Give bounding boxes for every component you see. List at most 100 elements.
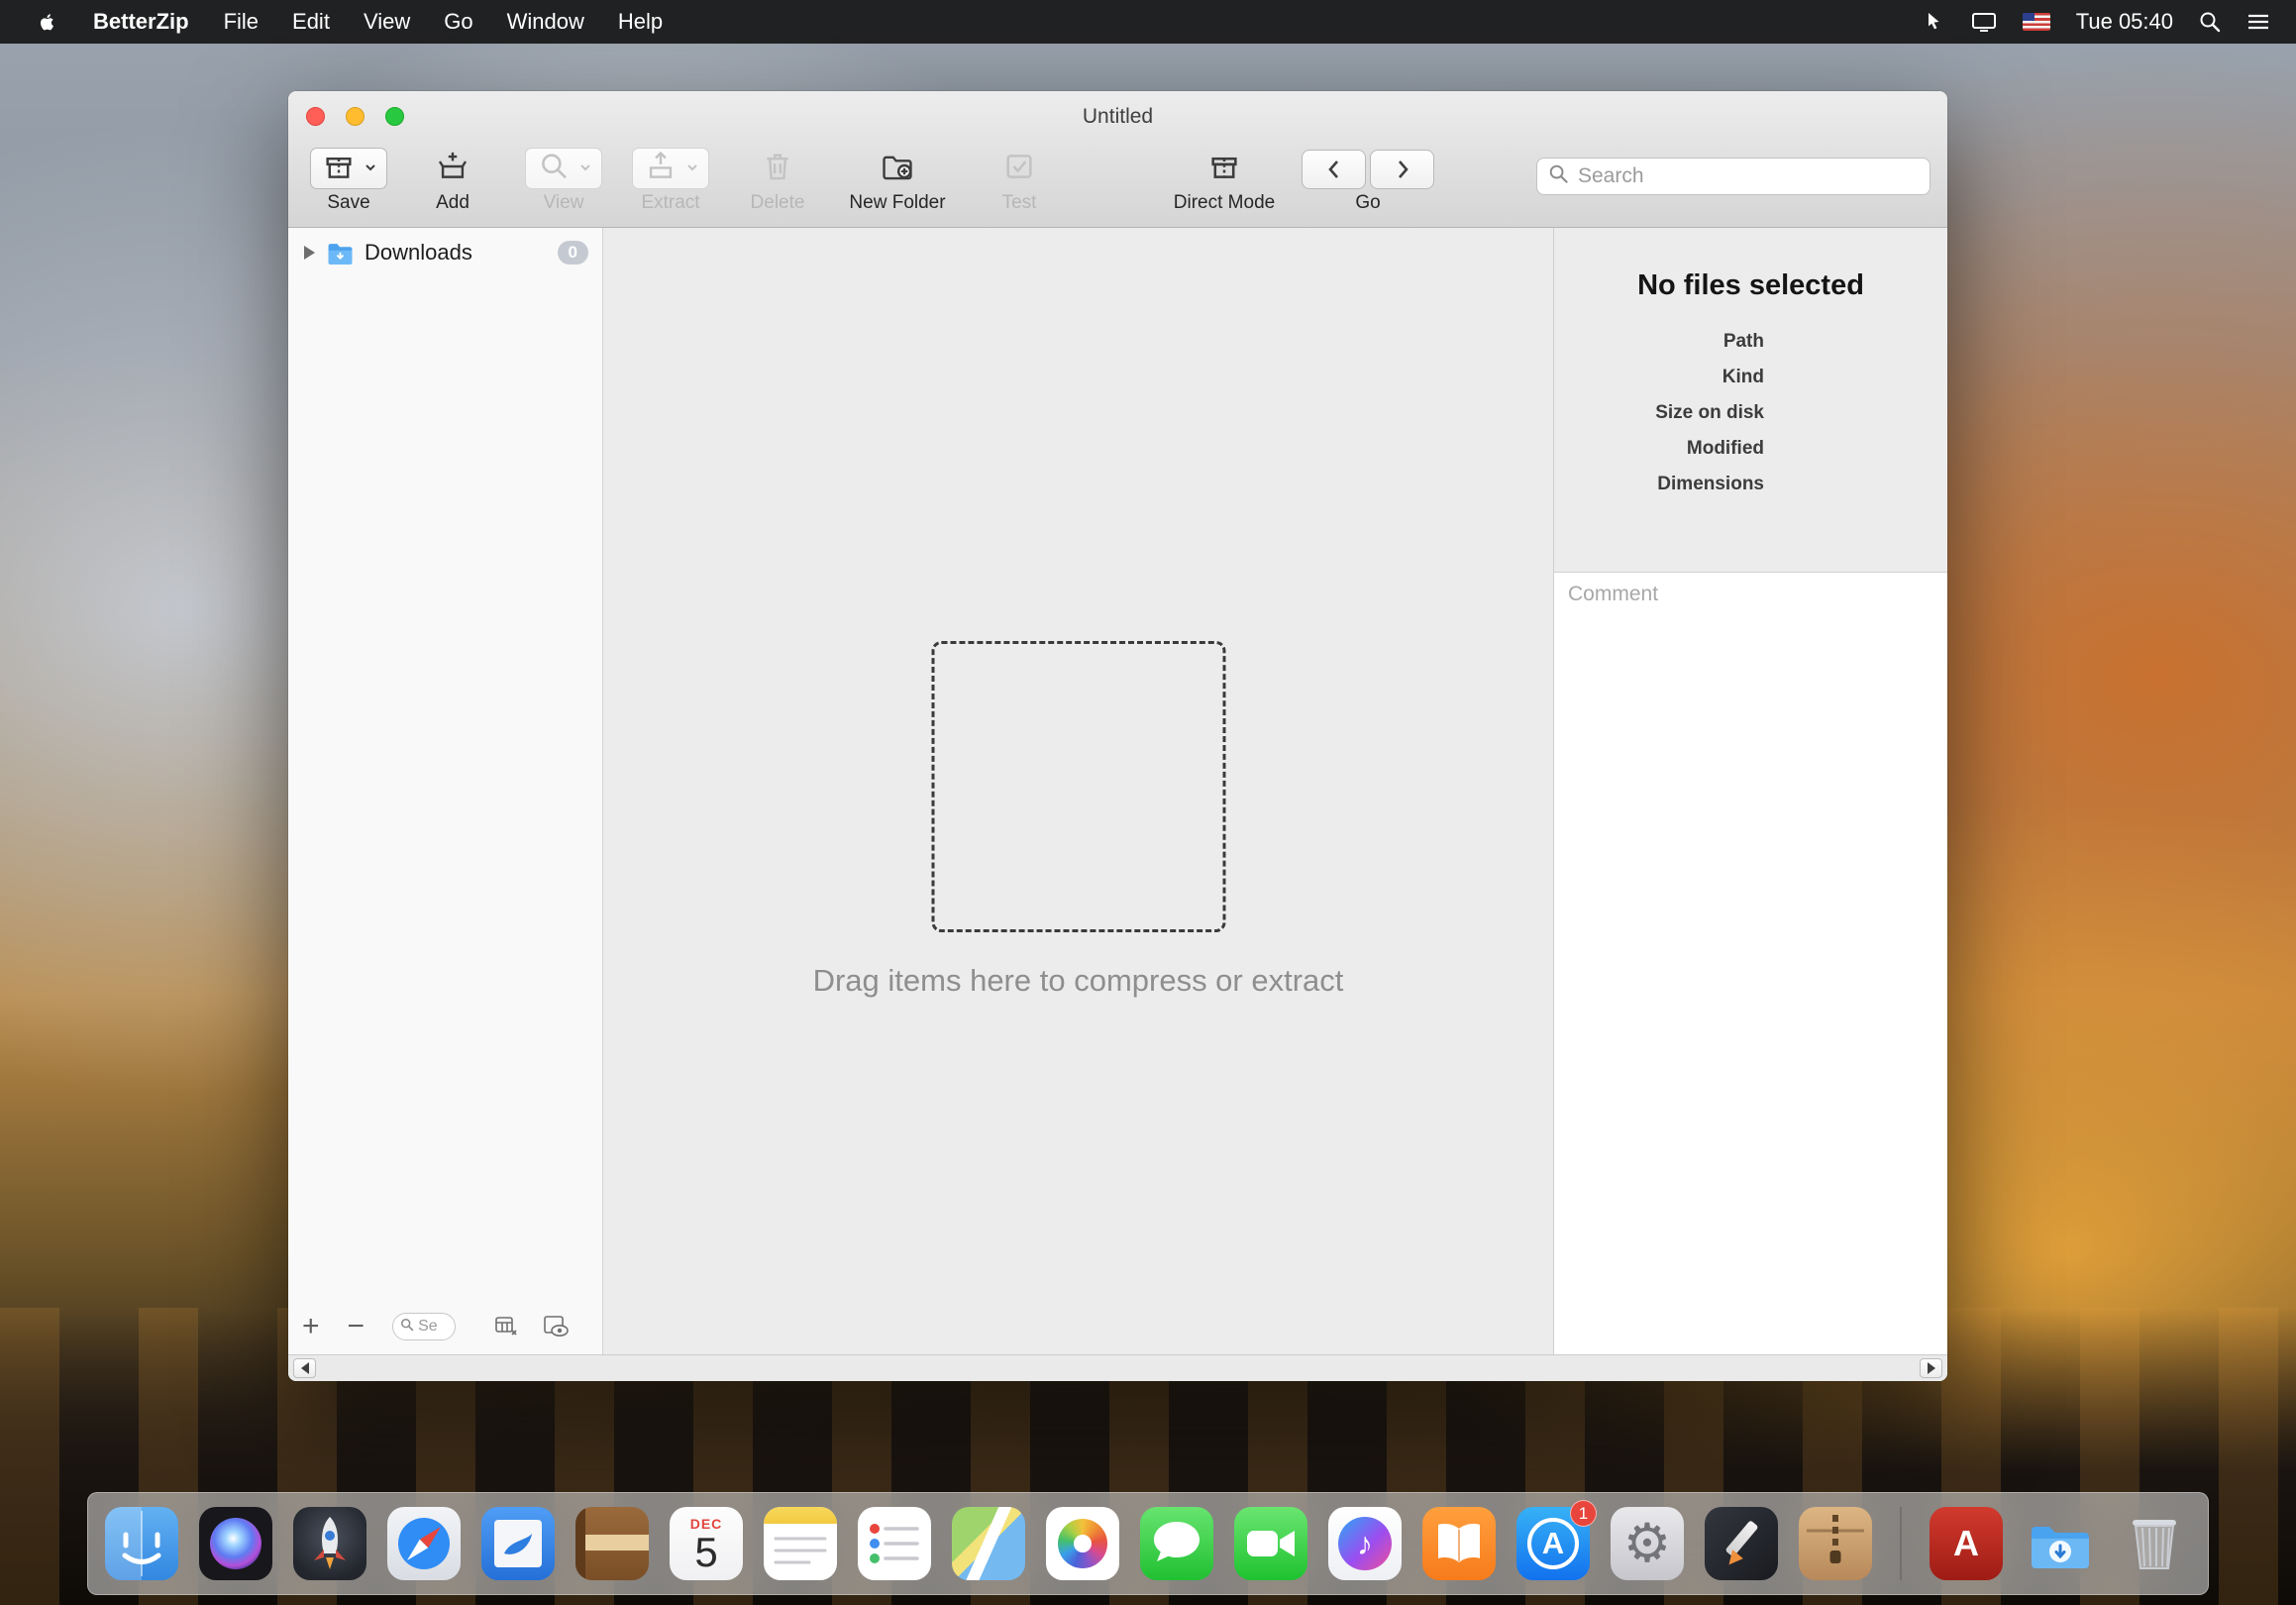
desktop: BetterZip File Edit View Go Window Help …	[0, 0, 2296, 1605]
system-preferences-dock-icon[interactable]: ⚙	[1611, 1507, 1684, 1580]
menu-file[interactable]: File	[207, 9, 275, 35]
delete-button[interactable]: Delete	[743, 148, 812, 214]
app-menu-betterzip[interactable]: BetterZip	[75, 9, 207, 35]
input-source-flag-icon[interactable]	[2023, 13, 2050, 31]
toolbar-search-field[interactable]	[1536, 158, 1931, 195]
spotlight-icon[interactable]	[2199, 11, 2221, 33]
inspector-empty-title: No files selected	[1554, 269, 1947, 302]
mail-dock-icon[interactable]	[481, 1507, 555, 1580]
view-magnifier-icon	[535, 150, 573, 188]
music-note-glyph: ♪	[1357, 1526, 1373, 1562]
field-label-size-on-disk: Size on disk	[1554, 395, 1764, 431]
sidebar-filter-input[interactable]	[418, 1318, 446, 1336]
sidebar-item-downloads[interactable]: Downloads 0	[288, 236, 602, 269]
disclosure-triangle-icon[interactable]	[304, 246, 315, 260]
apple-menu-icon[interactable]	[20, 11, 75, 34]
new-folder-button[interactable]: New Folder	[848, 148, 947, 214]
search-icon	[1548, 163, 1569, 189]
comment-input[interactable]	[1568, 583, 1933, 1344]
maps-dock-icon[interactable]	[952, 1507, 1025, 1580]
go-back-button[interactable]	[1302, 150, 1366, 189]
toolbar: Save Add	[288, 143, 1947, 228]
preview-eye-icon[interactable]	[543, 1314, 571, 1339]
menu-edit[interactable]: Edit	[275, 9, 347, 35]
finder-dock-icon[interactable]	[105, 1507, 178, 1580]
facetime-dock-icon[interactable]	[1234, 1507, 1307, 1580]
minimize-button[interactable]	[346, 107, 365, 126]
menu-help[interactable]: Help	[601, 9, 679, 35]
messages-dock-icon[interactable]	[1140, 1507, 1213, 1580]
archive-content-area: Drag items here to compress or extract	[603, 228, 1553, 1354]
display-status-icon[interactable]	[1971, 11, 1997, 33]
itunes-dock-icon[interactable]: ♪	[1328, 1507, 1402, 1580]
notes-dock-icon[interactable]	[764, 1507, 837, 1580]
add-button[interactable]: Add	[418, 148, 487, 214]
safari-dock-icon[interactable]	[387, 1507, 461, 1580]
window-title: Untitled	[1083, 105, 1153, 129]
menu-go[interactable]: Go	[427, 9, 489, 35]
extract-button[interactable]: Extract	[626, 148, 715, 214]
inspector-panel: No files selected Path Kind Size on disk…	[1553, 228, 1947, 1354]
app-store-notification-badge: 1	[1570, 1500, 1597, 1527]
photos-dock-icon[interactable]	[1046, 1507, 1119, 1580]
dock: DEC 5 ♪ A 1 ⚙	[87, 1492, 2209, 1595]
betterzip-dock-icon[interactable]	[1799, 1507, 1872, 1580]
close-button[interactable]	[306, 107, 325, 126]
field-label-dimensions: Dimensions	[1554, 467, 1764, 502]
field-label-path: Path	[1554, 324, 1764, 360]
scroll-left-button[interactable]	[293, 1358, 316, 1378]
drop-zone[interactable]	[931, 641, 1225, 932]
ibooks-dock-icon[interactable]	[1422, 1507, 1496, 1580]
direct-mode-button[interactable]: Direct Mode	[1170, 148, 1279, 214]
list-columns-icon[interactable]	[493, 1314, 519, 1339]
acrobat-a-glyph: A	[1953, 1523, 1979, 1564]
dock-divider	[1900, 1507, 1902, 1580]
test-button[interactable]: Test	[985, 148, 1054, 214]
remove-archive-button[interactable]: −	[348, 1312, 365, 1341]
title-bar[interactable]: Untitled	[288, 91, 1947, 143]
menu-bar: BetterZip File Edit View Go Window Help …	[0, 0, 2296, 44]
cursor-status-icon[interactable]	[1924, 11, 1945, 33]
menu-view[interactable]: View	[347, 9, 427, 35]
comment-section[interactable]	[1554, 572, 1947, 1354]
graphics-app-dock-icon[interactable]	[1705, 1507, 1778, 1580]
menu-bar-left: BetterZip File Edit View Go Window Help	[0, 9, 679, 35]
reminders-dock-icon[interactable]	[858, 1507, 931, 1580]
launchpad-dock-icon[interactable]	[293, 1507, 366, 1580]
search-input[interactable]	[1578, 164, 1919, 188]
new-folder-icon	[879, 150, 916, 188]
menu-bar-clock[interactable]: Tue 05:40	[2076, 9, 2173, 35]
calendar-dock-icon[interactable]: DEC 5	[670, 1507, 743, 1580]
downloads-folder-icon	[327, 241, 354, 265]
checkmark-box-icon	[1000, 150, 1038, 188]
siri-dock-icon[interactable]	[199, 1507, 272, 1580]
direct-mode-box-icon	[1205, 150, 1243, 188]
field-label-modified: Modified	[1554, 431, 1764, 467]
notification-center-icon[interactable]	[2246, 11, 2270, 33]
save-button[interactable]: Save	[304, 148, 393, 214]
zoom-button[interactable]	[385, 107, 404, 126]
downloads-stack-icon[interactable]	[2024, 1507, 2097, 1580]
drop-hint-text: Drag items here to compress or extract	[603, 963, 1553, 999]
extract-arrow-icon	[642, 150, 679, 188]
trash-dock-icon[interactable]	[2118, 1507, 2191, 1580]
contacts-dock-icon[interactable]	[575, 1507, 649, 1580]
sidebar-item-label: Downloads	[365, 240, 558, 266]
view-button[interactable]: View	[519, 148, 608, 214]
sidebar: Downloads 0 + −	[288, 228, 603, 1354]
sidebar-footer: + −	[288, 1307, 602, 1346]
add-to-archive-icon	[434, 150, 471, 188]
scroll-right-button[interactable]	[1920, 1358, 1942, 1378]
acrobat-dock-icon[interactable]: A	[1930, 1507, 2003, 1580]
calendar-day-label: 5	[670, 1532, 743, 1574]
betterzip-window: Untitled Save	[288, 91, 1947, 1381]
chevron-down-icon	[578, 160, 592, 177]
menu-window[interactable]: Window	[490, 9, 601, 35]
add-archive-button[interactable]: +	[302, 1312, 320, 1341]
horizontal-scrollbar[interactable]	[288, 1354, 1947, 1381]
app-store-dock-icon[interactable]: A 1	[1516, 1507, 1590, 1580]
chevron-down-icon	[685, 160, 699, 177]
left-arrow-icon	[301, 1362, 309, 1374]
go-forward-button[interactable]	[1370, 150, 1434, 189]
sidebar-filter-field[interactable]	[392, 1313, 456, 1340]
